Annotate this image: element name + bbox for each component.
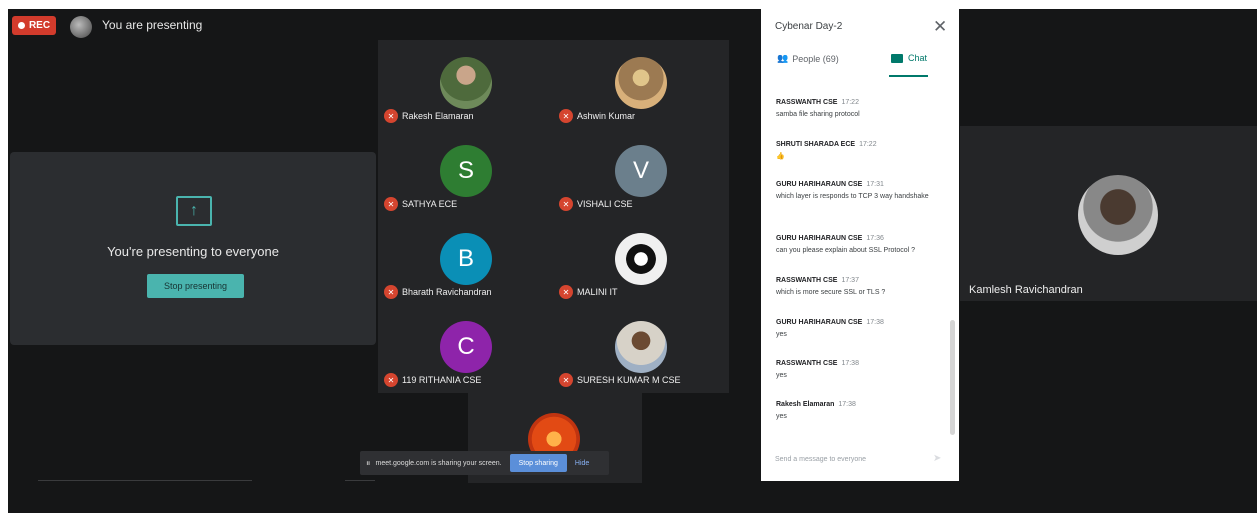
presenting-message: You're presenting to everyone [107,244,279,259]
participant-tile[interactable]: V ✕ VISHALI CSE [553,128,728,216]
chat-message: SHRUTI SHARADA ECE 17:22 👍 [776,141,946,162]
chat-message: GURU HARIHARAUN CSE 17:38 yes [776,319,946,340]
tab-chat[interactable]: Chat [891,53,927,63]
mic-off-icon: ✕ [559,109,573,123]
participant-tile[interactable]: S ✕ SATHYA ECE [378,128,553,216]
message-text: which layer is responds to TCP 3 way han… [776,193,929,200]
message-time: 17:38 [838,401,856,408]
message-sender: GURU HARIHARAUN CSE [776,319,863,326]
message-text: samba file sharing protocol [776,111,860,118]
drag-handle-icon[interactable]: ⏸ [366,458,371,469]
share-notice: meet.google.com is sharing your screen. [375,459,502,467]
screen-share-bar: ⏸ meet.google.com is sharing your screen… [360,451,609,475]
chat-message-input[interactable]: Send a message to everyone [775,456,866,463]
avatar: B [440,233,492,285]
mic-off-icon: ✕ [384,109,398,123]
message-sender: GURU HARIHARAUN CSE [776,181,863,188]
mic-off-icon: ✕ [559,373,573,387]
avatar [615,321,667,373]
message-time: 17:37 [841,277,859,284]
tab-people[interactable]: 👥 People (69) [777,53,839,64]
mic-off-icon: ✕ [384,373,398,387]
participant-name: Ashwin Kumar [577,111,636,121]
tab-people-label: People (69) [792,53,839,64]
chat-message: Rakesh Elamaran 17:38 yes [776,401,946,422]
participant-name: Rakesh Elamaran [402,111,474,121]
people-icon: 👥 [777,53,789,63]
chat-message: GURU HARIHARAUN CSE 17:31 which layer is … [776,181,946,202]
chat-message: GURU HARIHARAUN CSE 17:36 can you please … [776,235,946,256]
hide-button[interactable]: Hide [575,460,589,467]
message-sender: GURU HARIHARAUN CSE [776,235,863,242]
meet-window: REC You are presenting ↑ You're presenti… [8,9,1257,513]
recording-badge: REC [12,16,56,35]
mic-off-icon: ✕ [559,197,573,211]
participant-name: SATHYA ECE [402,199,458,209]
message-time: 17:22 [841,99,859,106]
avatar [615,57,667,109]
close-icon[interactable]: ✕ [933,17,947,37]
stop-sharing-button[interactable]: Stop sharing [509,454,567,472]
chat-icon [891,53,903,63]
message-sender: RASSWANTH CSE [776,277,838,284]
message-text: which is more secure SSL or TLS ? [776,289,886,296]
rec-label: REC [28,20,51,31]
avatar: V [615,145,667,197]
active-tab-indicator [889,75,928,77]
avatar: S [440,145,492,197]
mic-off-icon: ✕ [384,197,398,211]
mic-off-icon: ✕ [559,285,573,299]
participant-tile[interactable]: B ✕ Bharath Ravichandran [378,216,553,304]
message-text: yes [776,331,787,338]
message-time: 17:31 [866,181,884,188]
stop-presenting-button[interactable]: Stop presenting [147,274,244,298]
participant-tile[interactable]: C ✕ 119 RITHANIA CSE [378,304,553,392]
message-sender: RASSWANTH CSE [776,99,838,106]
avatar [440,57,492,109]
presenter-avatar [70,16,92,38]
send-icon[interactable]: ➤ [933,453,941,464]
chat-message: RASSWANTH CSE 17:22 samba file sharing pr… [776,99,946,120]
chat-message: RASSWANTH CSE 17:37 which is more secure … [776,277,946,298]
participant-grid: ✕ Rakesh Elamaran ✕ Ashwin Kumar S ✕ SAT… [378,40,729,393]
divider [38,480,252,481]
mic-off-icon: ✕ [384,285,398,299]
tab-chat-label: Chat [908,53,928,63]
divider [345,480,375,481]
participant-tile[interactable]: ✕ MALINI IT [553,216,728,304]
participant-tile[interactable]: ✕ SURESH KUMAR M CSE [553,304,728,392]
message-time: 17:22 [859,141,877,148]
message-text: 👍 [776,153,785,160]
participant-name: MALINI IT [577,287,618,297]
chat-message: RASSWANTH CSE 17:38 yes [776,360,946,381]
chat-panel: Cybenar Day-2 ✕ 👥 People (69) Chat RASSW… [761,9,959,481]
meeting-title: Cybenar Day-2 [775,21,843,32]
presenting-status: You are presenting [102,18,203,32]
participant-name: VISHALI CSE [577,199,633,209]
chat-scrollbar[interactable] [950,320,955,435]
avatar: C [440,321,492,373]
participant-name: Bharath Ravichandran [402,287,492,297]
participant-tile[interactable]: ✕ Ashwin Kumar [553,40,728,128]
chat-message-list[interactable]: RASSWANTH CSE 17:22 samba file sharing pr… [761,81,959,443]
present-to-all-icon: ↑ [176,196,212,226]
message-text: yes [776,413,787,420]
message-sender: Rakesh Elamaran [776,401,835,408]
message-text: yes [776,372,787,379]
participant-tile[interactable]: Kamlesh Ravichandran [960,126,1257,301]
record-dot-icon [17,22,25,29]
participant-name: Kamlesh Ravichandran [969,284,1083,296]
message-time: 17:38 [841,360,859,367]
presenting-card: ↑ You're presenting to everyone Stop pre… [10,152,376,345]
message-time: 17:38 [866,319,884,326]
avatar [1078,175,1158,255]
avatar [615,233,667,285]
message-sender: SHRUTI SHARADA ECE [776,141,856,148]
message-time: 17:36 [866,235,884,242]
participant-tile[interactable]: ✕ Rakesh Elamaran [378,40,553,128]
participant-name: SURESH KUMAR M CSE [577,375,681,385]
participant-name: 119 RITHANIA CSE [402,375,482,385]
message-text: can you please explain about SSL Protoco… [776,247,916,254]
message-sender: RASSWANTH CSE [776,360,838,367]
